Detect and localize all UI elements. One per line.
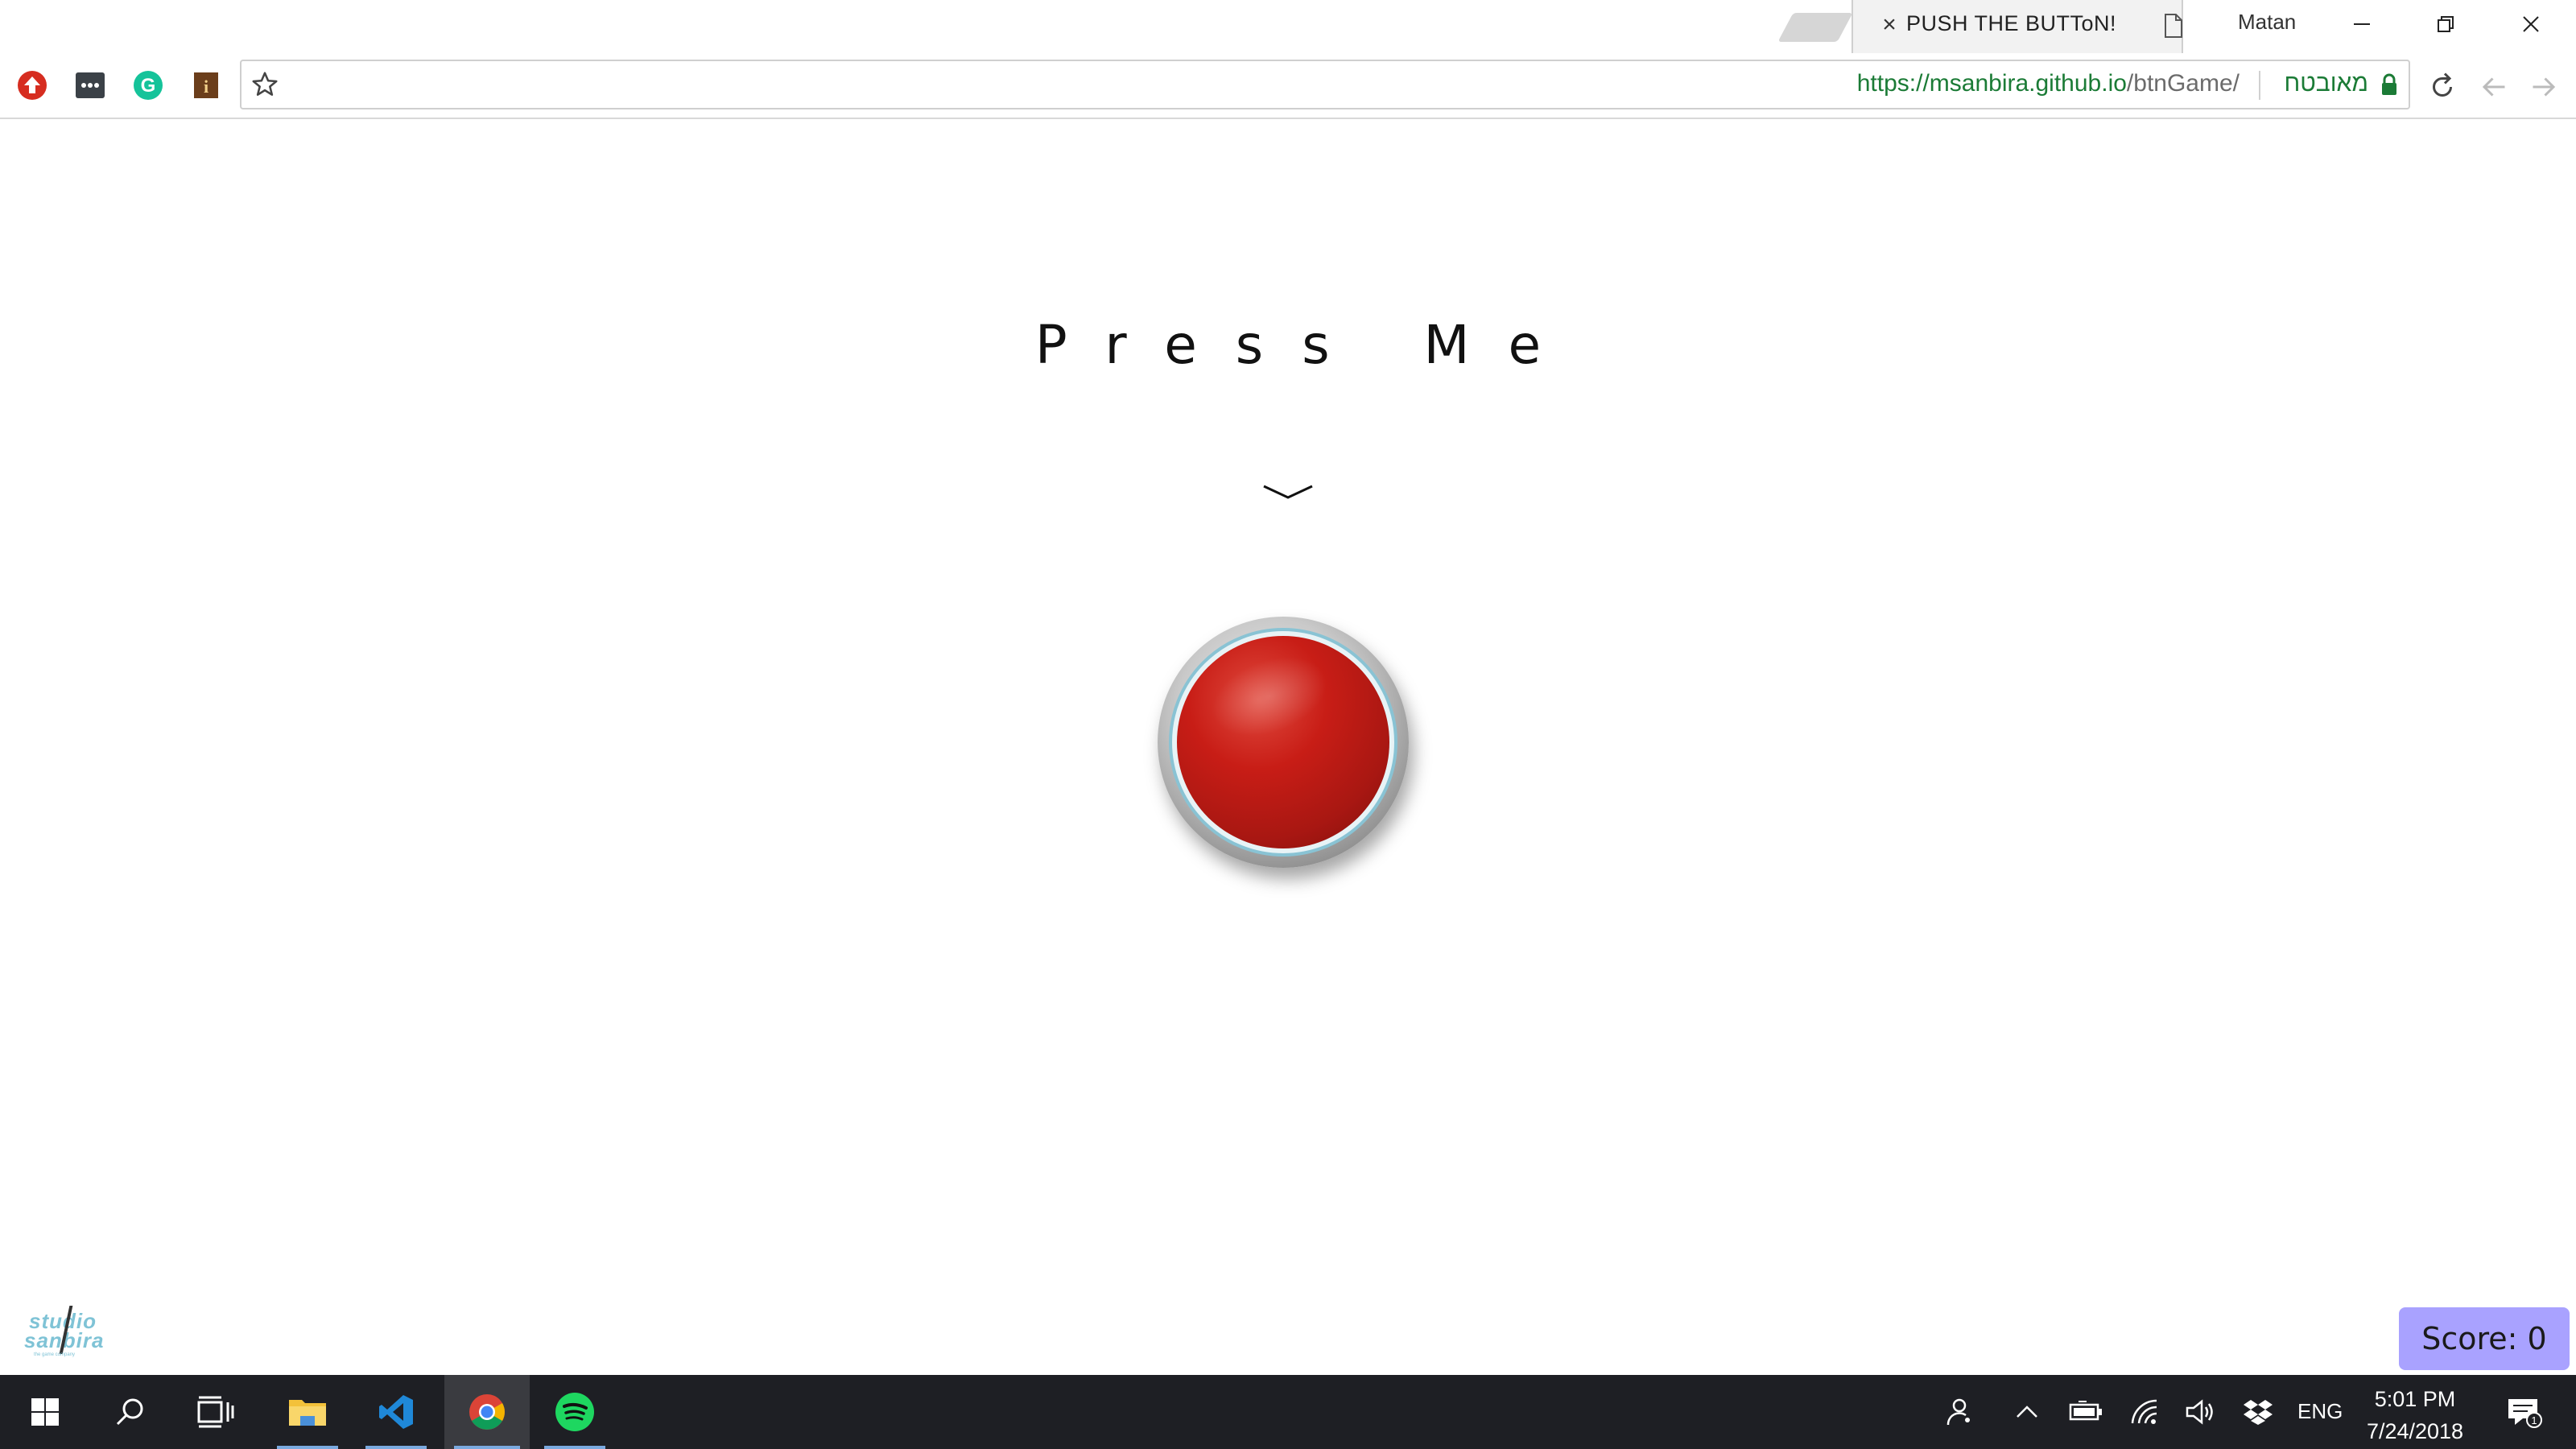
screen: × PUSH THE BUTToN! Matan G i https://msa… bbox=[0, 0, 2576, 1449]
more-dots-icon[interactable] bbox=[74, 69, 106, 101]
restore-icon[interactable] bbox=[2421, 6, 2470, 42]
red-push-button[interactable] bbox=[1158, 617, 1409, 868]
notification-count: 1 bbox=[2531, 1414, 2537, 1426]
volume-icon[interactable] bbox=[2180, 1375, 2220, 1449]
tab-title: PUSH THE BUTToN! bbox=[1906, 11, 2117, 35]
button-ring bbox=[1169, 628, 1397, 857]
button-shine bbox=[1200, 642, 1339, 751]
running-indicator bbox=[544, 1446, 605, 1449]
url-text[interactable]: https://msanbira.github.io/btnGame/ bbox=[1857, 70, 2240, 97]
running-indicator bbox=[277, 1446, 338, 1449]
browser-toolbar: G i https://msanbira.github.io/btnGame/ … bbox=[0, 53, 2576, 119]
url-divider bbox=[2259, 71, 2260, 100]
browser-titlebar: × PUSH THE BUTToN! Matan bbox=[0, 0, 2576, 53]
people-icon[interactable] bbox=[1935, 1375, 1980, 1449]
clock-time: 5:01 PM bbox=[2374, 1387, 2456, 1411]
page-viewport: Press Me studio sanbira the game company… bbox=[0, 121, 2576, 1375]
page-headline: Press Me bbox=[1034, 314, 1580, 376]
svg-text:i: i bbox=[204, 76, 208, 97]
button-cap bbox=[1177, 636, 1389, 848]
close-window-icon[interactable] bbox=[2507, 6, 2555, 42]
search-icon[interactable] bbox=[101, 1375, 159, 1449]
url-path: /btnGame/ bbox=[2126, 70, 2240, 97]
logo-tagline: the game company bbox=[34, 1352, 76, 1357]
document-icon bbox=[2164, 13, 2183, 43]
lock-icon[interactable] bbox=[2380, 72, 2399, 101]
address-bar[interactable]: https://msanbira.github.io/btnGame/ מאוב… bbox=[240, 60, 2410, 109]
studio-logo: studio sanbira the game company bbox=[23, 1306, 111, 1362]
star-icon[interactable] bbox=[250, 69, 280, 104]
chevron-up-icon[interactable] bbox=[2008, 1375, 2046, 1449]
dropbox-icon[interactable] bbox=[2238, 1375, 2278, 1449]
file-explorer-icon[interactable] bbox=[267, 1375, 348, 1449]
task-view-icon[interactable] bbox=[187, 1375, 245, 1449]
clock[interactable]: 5:01 PM 7/24/2018 bbox=[2334, 1383, 2496, 1447]
battery-icon[interactable] bbox=[2066, 1375, 2106, 1449]
info-icon[interactable]: i bbox=[190, 69, 222, 101]
wifi-icon[interactable] bbox=[2125, 1375, 2165, 1449]
running-indicator bbox=[454, 1446, 520, 1449]
grammarly-icon[interactable]: G bbox=[132, 69, 164, 101]
forward-arrow-icon[interactable] bbox=[2526, 69, 2562, 105]
score-badge: Score: 0 bbox=[2399, 1307, 2570, 1370]
browser-tab[interactable]: × PUSH THE BUTToN! bbox=[1852, 0, 2183, 53]
notifications-icon[interactable]: 1 bbox=[2500, 1375, 2549, 1449]
url-host: https://msanbira.github.io bbox=[1856, 70, 2127, 97]
taskbar: ENG 5:01 PM 7/24/2018 1 bbox=[0, 1375, 2576, 1449]
reload-icon[interactable] bbox=[2425, 69, 2460, 105]
running-indicator bbox=[365, 1446, 427, 1449]
profile-name[interactable]: Matan bbox=[2238, 10, 2296, 35]
minimize-icon[interactable] bbox=[2338, 6, 2386, 42]
secure-label[interactable]: מאובטח bbox=[2284, 70, 2368, 97]
upload-icon[interactable] bbox=[16, 69, 48, 101]
chrome-icon[interactable] bbox=[444, 1375, 530, 1449]
vscode-icon[interactable] bbox=[356, 1375, 436, 1449]
back-arrow-icon[interactable] bbox=[2476, 69, 2512, 105]
clock-date: 7/24/2018 bbox=[2366, 1419, 2464, 1443]
svg-text:G: G bbox=[141, 75, 156, 97]
spotify-icon[interactable] bbox=[535, 1375, 615, 1449]
windows-start-icon[interactable] bbox=[16, 1375, 74, 1449]
tab-close-icon[interactable]: × bbox=[1877, 13, 1901, 37]
chevron-down-icon bbox=[1262, 483, 1314, 506]
new-tab-button[interactable] bbox=[1777, 13, 1853, 42]
